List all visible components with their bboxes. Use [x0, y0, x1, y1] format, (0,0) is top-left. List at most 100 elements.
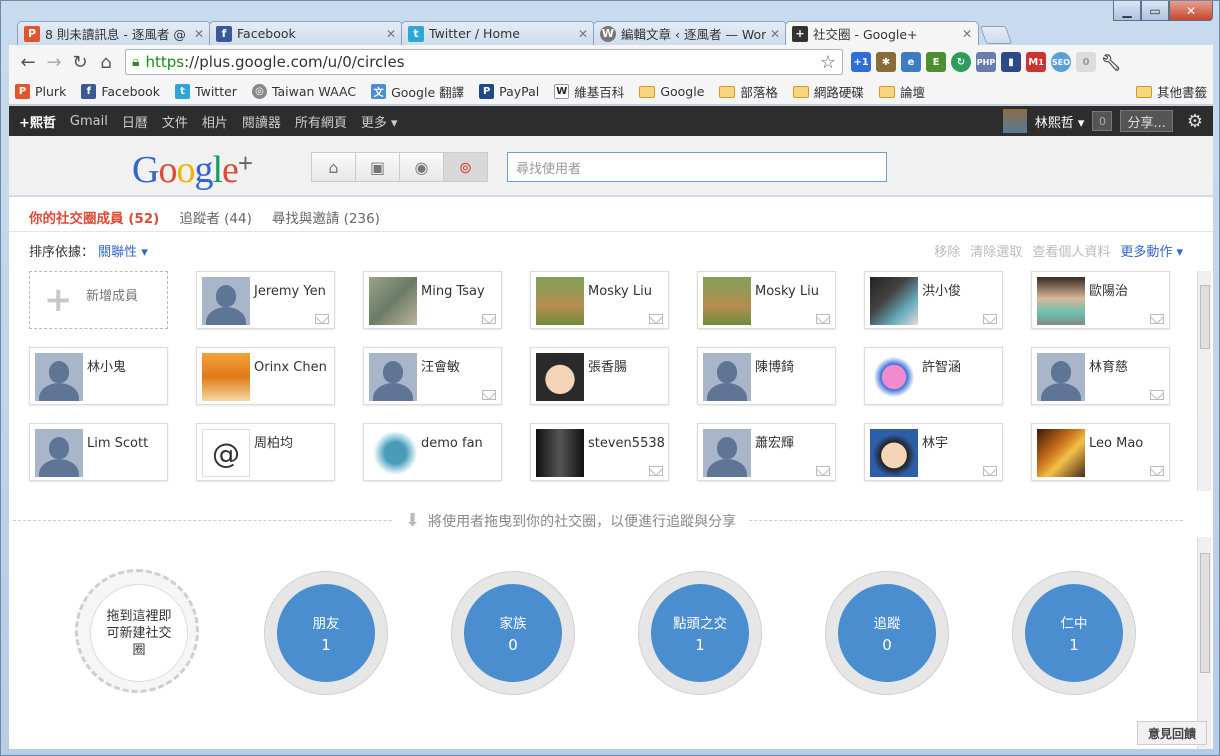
new-tab-button[interactable]	[979, 26, 1013, 44]
bookmark-star-icon[interactable]: ☆	[820, 52, 836, 73]
bug-icon[interactable]: ✱	[876, 52, 896, 72]
gbar-item-web[interactable]: 所有網頁	[295, 112, 347, 131]
new-circle-dropzone[interactable]: 拖到這裡即可新建社交圈	[75, 569, 199, 693]
person-card[interactable]: Orinx Chen	[196, 347, 335, 405]
other-bookmarks[interactable]: 其他書籤	[1135, 82, 1207, 101]
feedback-button[interactable]: 意見回饋	[1136, 721, 1207, 745]
person-card[interactable]: 洪小俊	[864, 271, 1003, 329]
scrollbar-thumb[interactable]	[1200, 553, 1210, 673]
tab-wordpress[interactable]: W 編輯文章 ‹ 逐風者 — Word ✕	[593, 21, 787, 45]
search-input[interactable]: 尋找使用者	[507, 152, 887, 182]
scrollbar-thumb[interactable]	[1200, 285, 1210, 349]
forward-icon[interactable]: →	[41, 49, 67, 75]
person-card[interactable]: steven5538	[530, 423, 669, 481]
gbar-item-photos[interactable]: 相片	[202, 112, 228, 131]
maximize-button[interactable]: ▭	[1141, 1, 1169, 21]
gear-icon[interactable]: ⚙	[1187, 111, 1203, 132]
wrench-icon[interactable]: 🔧︎	[1101, 52, 1121, 72]
close-window-button[interactable]: ✕	[1169, 1, 1213, 21]
person-card[interactable]: Mosky Liu	[697, 271, 836, 329]
circle-friends[interactable]: 朋友 1	[264, 571, 388, 695]
circle-acquaintances[interactable]: 點頭之交 1	[638, 571, 762, 695]
circle-renzhong[interactable]: 仁中 1	[1012, 571, 1136, 695]
tab-plurk[interactable]: P 8 則未讀訊息 - 逐風者 @ P ✕	[17, 21, 211, 45]
bookmark-folder-google[interactable]: Google	[639, 84, 704, 99]
share-button[interactable]: 分享...	[1120, 110, 1173, 132]
person-card[interactable]: 張香腸	[530, 347, 669, 405]
tab-facebook[interactable]: f Facebook ✕	[209, 21, 403, 45]
counter-icon[interactable]: 0	[1076, 52, 1096, 72]
person-card[interactable]: Lim Scott	[29, 423, 168, 481]
people-scrollbar[interactable]	[1197, 271, 1211, 491]
remove-action[interactable]: 移除	[934, 241, 960, 260]
person-card[interactable]: 林小鬼	[29, 347, 168, 405]
person-card[interactable]: Ming Tsay	[363, 271, 502, 329]
back-icon[interactable]: ←	[15, 49, 41, 75]
person-card[interactable]: 蕭宏輝	[697, 423, 836, 481]
person-card[interactable]: Mosky Liu	[530, 271, 669, 329]
user-name-menu[interactable]: 林熙哲 ▾	[1035, 112, 1085, 131]
bookmark-plurk[interactable]: P Plurk	[15, 84, 66, 99]
bookmark-facebook[interactable]: f Facebook	[81, 84, 160, 99]
google-plus-logo[interactable]: Google+	[132, 148, 253, 192]
tab-find-invite[interactable]: 尋找與邀請 (236)	[272, 207, 380, 227]
avatar[interactable]	[1002, 109, 1027, 133]
tab-twitter[interactable]: t Twitter / Home ✕	[401, 21, 595, 45]
person-card[interactable]: 林育慈	[1031, 347, 1170, 405]
bookmark-folder-forum[interactable]: 論壇	[878, 82, 925, 101]
home-icon[interactable]: ⌂	[93, 49, 119, 75]
gbar-item-docs[interactable]: 文件	[162, 112, 188, 131]
person-card[interactable]: Jeremy Yen	[196, 271, 335, 329]
gbar-item-more[interactable]: 更多 ▾	[361, 112, 398, 131]
circles-icon[interactable]: ⊚	[443, 152, 488, 182]
bookmark-folder-drive[interactable]: 網路硬碟	[792, 82, 864, 101]
view-profile-action[interactable]: 查看個人資料	[1032, 241, 1110, 260]
clear-selection-action[interactable]: 清除選取	[970, 241, 1022, 260]
ie-tab-icon[interactable]: e	[901, 52, 921, 72]
php-icon[interactable]: PHP	[976, 52, 996, 72]
bookmark-taiwan-waac[interactable]: ◎ Taiwan WAAC	[251, 84, 356, 99]
person-card[interactable]: 汪會敏	[363, 347, 502, 405]
circle-following[interactable]: 追蹤 0	[825, 571, 949, 695]
bookmark-twitter[interactable]: t Twitter	[175, 84, 237, 99]
minimize-button[interactable]: ▁	[1113, 1, 1141, 21]
refresh-ext-icon[interactable]: ↻	[951, 52, 971, 72]
close-icon[interactable]: ✕	[962, 27, 972, 41]
bookmark-folder-blog[interactable]: 部落格	[719, 82, 778, 101]
bookmark-google-translate[interactable]: 文 Google 翻譯	[371, 82, 464, 101]
gbar-item-gmail[interactable]: Gmail	[70, 114, 108, 129]
close-icon[interactable]: ✕	[386, 27, 396, 41]
sort-dropdown[interactable]: 關聯性 ▾	[98, 245, 148, 260]
close-icon[interactable]: ✕	[770, 27, 780, 41]
circle-family[interactable]: 家族 0	[451, 571, 575, 695]
tab-googleplus[interactable]: + 社交圈 - Google+ ✕	[785, 21, 979, 45]
close-icon[interactable]: ✕	[194, 27, 204, 41]
address-bar[interactable]: 🔒︎ https ://plus.google.com/u/0/circles …	[125, 49, 843, 75]
notification-count[interactable]: 0	[1092, 111, 1113, 131]
more-actions-dropdown[interactable]: 更多動作 ▾	[1120, 241, 1183, 260]
analytics-icon[interactable]: ▮	[1001, 52, 1021, 72]
home-icon[interactable]: ⌂	[311, 152, 356, 182]
reload-icon[interactable]: ↻	[67, 49, 93, 75]
person-card[interactable]: @ 周柏均	[196, 423, 335, 481]
bookmark-paypal[interactable]: P PayPal	[479, 84, 539, 99]
circles-scrollbar[interactable]	[1197, 537, 1211, 749]
close-icon[interactable]: ✕	[578, 27, 588, 41]
profile-icon[interactable]: ◉	[399, 152, 444, 182]
person-card[interactable]: 陳博錡	[697, 347, 836, 405]
tab-followers[interactable]: 追蹤者 (44)	[179, 207, 252, 227]
evernote-icon[interactable]: E	[926, 52, 946, 72]
person-card[interactable]: 許智涵	[864, 347, 1003, 405]
person-card[interactable]: 歐陽治	[1031, 271, 1170, 329]
person-card[interactable]: demo fan	[363, 423, 502, 481]
seo-icon[interactable]: SEO	[1051, 52, 1071, 72]
add-member-card[interactable]: + 新增成員	[29, 271, 168, 329]
gbar-item-reader[interactable]: 閱讀器	[242, 112, 281, 131]
gbar-item-calendar[interactable]: 日曆	[122, 112, 148, 131]
gbar-item-profile[interactable]: +熙哲	[19, 112, 56, 131]
tab-circle-members[interactable]: 你的社交圈成員 (52)	[29, 207, 159, 227]
gmail-checker-icon[interactable]: M1	[1026, 52, 1046, 72]
person-card[interactable]: 林宇	[864, 423, 1003, 481]
plusone-icon[interactable]: +1	[851, 52, 871, 72]
bookmark-wikipedia[interactable]: W 維基百科	[554, 82, 624, 101]
